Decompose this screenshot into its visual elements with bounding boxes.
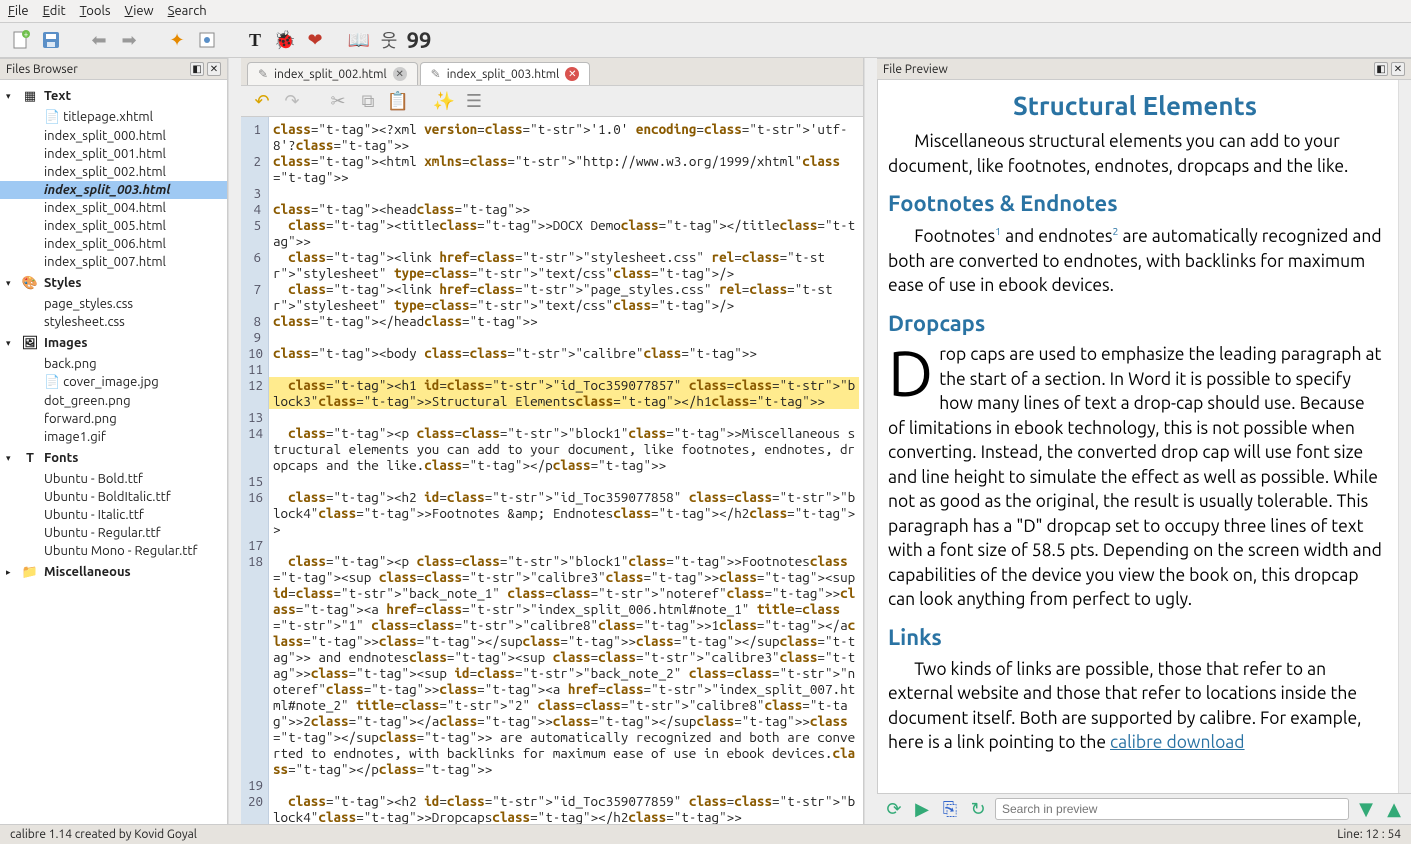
preview-p2: Footnotes1 and endnotes2 are automatical… [888, 224, 1382, 298]
preview-h2-dropcaps: Dropcaps [888, 309, 1382, 340]
category-images[interactable]: ▾🖼Images [0, 331, 227, 355]
menu-search[interactable]: Search [168, 4, 207, 18]
line-gutter: 1234567891011121314151617181920212223242… [241, 117, 269, 824]
heart-icon[interactable]: ❤ [304, 29, 326, 51]
main-toolbar: + ⬅ ➡ ✦ T 🐞 ❤ 📖 웃 99 [0, 23, 1411, 58]
preview-h2-footnotes: Footnotes & Endnotes [888, 189, 1382, 220]
preview-content[interactable]: Structural Elements Miscellaneous struct… [877, 80, 1398, 793]
search-next-icon[interactable]: ▼ [1355, 798, 1377, 820]
file-item[interactable]: index_split_002.html [0, 163, 227, 181]
file-item[interactable]: index_split_004.html [0, 199, 227, 217]
preview-p4: Two kinds of links are possible, those t… [888, 658, 1382, 756]
preview-h1: Structural Elements [888, 88, 1382, 124]
file-item[interactable]: index_split_003.html [0, 181, 227, 199]
list-icon[interactable]: ☰ [463, 90, 485, 112]
preview-close-icon[interactable]: ✕ [1391, 62, 1405, 76]
file-item[interactable]: index_split_007.html [0, 253, 227, 271]
file-item[interactable]: stylesheet.css [0, 313, 227, 331]
quote-icon[interactable]: 99 [408, 29, 430, 51]
calibre-download-link[interactable]: calibre download [1110, 733, 1245, 752]
link-icon[interactable]: ✦ [166, 29, 188, 51]
category-text[interactable]: ▾▦Text [0, 84, 227, 108]
code-area[interactable]: class="t-tag"><?xml version=class="t-str… [269, 117, 863, 824]
undo-icon[interactable]: ↶ [251, 90, 273, 112]
file-item[interactable]: image1.gif [0, 428, 227, 446]
files-browser-panel: Files Browser ◧ ✕ ▾▦Text📄 titlepage.xhtm… [0, 58, 228, 824]
status-bar: calibre 1.14 created by Kovid Goyal Line… [0, 824, 1411, 844]
copy-icon[interactable]: ⧉ [357, 90, 379, 112]
file-item[interactable]: back.png [0, 355, 227, 373]
smart-icon[interactable]: ✨ [433, 90, 455, 112]
file-item[interactable]: Ubuntu - Bold.ttf [0, 470, 227, 488]
file-item[interactable]: 📄 cover_image.jpg [0, 373, 227, 392]
preview-h2-links: Links [888, 623, 1382, 654]
editor-tabs: ✎index_split_002.html✕✎index_split_003.h… [241, 58, 863, 86]
file-item[interactable]: index_split_000.html [0, 127, 227, 145]
file-preview-panel: File Preview ◧ ✕ Structural Elements Mis… [877, 58, 1411, 824]
preview-scrollbar[interactable] [1398, 80, 1411, 793]
editor-toolbar: ↶ ↷ ✂ ⧉ 📋 ✨ ☰ [241, 86, 863, 117]
file-item[interactable]: page_styles.css [0, 295, 227, 313]
cut-icon[interactable]: ✂ [327, 90, 349, 112]
file-item[interactable]: 📄 titlepage.xhtml [0, 108, 227, 127]
redo-icon[interactable]: ↷ [281, 90, 303, 112]
format-icon[interactable] [196, 29, 218, 51]
panel-close-icon[interactable]: ✕ [207, 62, 221, 76]
code-editor[interactable]: 1234567891011121314151617181920212223242… [241, 117, 863, 824]
file-item[interactable]: Ubuntu - BoldItalic.ttf [0, 488, 227, 506]
menu-tools[interactable]: Tools [80, 4, 111, 18]
forward-icon[interactable]: ➡ [118, 29, 140, 51]
files-browser-title: Files Browser [6, 63, 78, 76]
book-icon[interactable]: 📖 [348, 29, 370, 51]
preview-p3: Drop caps are used to emphasize the lead… [888, 343, 1382, 613]
menubar: File Edit Tools View Search [0, 0, 1411, 23]
category-misc[interactable]: ▸📁Miscellaneous [0, 560, 227, 584]
file-item[interactable]: Ubuntu - Regular.ttf [0, 524, 227, 542]
editor-tab[interactable]: ✎index_split_002.html✕ [247, 62, 418, 85]
menu-view[interactable]: View [125, 4, 154, 18]
file-item[interactable]: forward.png [0, 410, 227, 428]
bug-icon[interactable]: 🐞 [274, 29, 296, 51]
file-item[interactable]: Ubuntu Mono - Regular.ttf [0, 542, 227, 560]
status-left: calibre 1.14 created by Kovid Goyal [10, 828, 197, 841]
file-item[interactable]: index_split_006.html [0, 235, 227, 253]
file-item[interactable]: dot_green.png [0, 392, 227, 410]
editor-tab[interactable]: ✎index_split_003.html✕ [420, 62, 591, 85]
editor-panel: ✎index_split_002.html✕✎index_split_003.h… [241, 58, 864, 824]
tab-close-icon[interactable]: ✕ [565, 67, 579, 81]
accessibility-icon[interactable]: 웃 [378, 29, 400, 51]
file-item[interactable]: index_split_005.html [0, 217, 227, 235]
inspect-icon[interactable]: ⎘ [939, 798, 961, 820]
menu-edit[interactable]: Edit [43, 4, 66, 18]
save-icon[interactable] [40, 29, 62, 51]
category-styles[interactable]: ▾🎨Styles [0, 271, 227, 295]
file-item[interactable]: index_split_001.html [0, 145, 227, 163]
tab-close-icon[interactable]: ✕ [393, 67, 407, 81]
files-tree[interactable]: ▾▦Text📄 titlepage.xhtmlindex_split_000.h… [0, 80, 227, 824]
svg-text:+: + [24, 30, 29, 39]
preview-toolbar: ⟳ ▶ ⎘ ↻ ▼ ▲ [877, 793, 1411, 824]
preview-undock-icon[interactable]: ◧ [1374, 62, 1388, 76]
search-prev-icon[interactable]: ▲ [1383, 798, 1405, 820]
preview-p1: Miscellaneous structural elements you ca… [888, 130, 1382, 179]
reload-icon[interactable]: ↻ [967, 798, 989, 820]
category-fonts[interactable]: ▾TFonts [0, 446, 227, 470]
text-icon[interactable]: T [244, 29, 266, 51]
status-right: Line: 12 : 54 [1337, 828, 1401, 841]
play-icon[interactable]: ▶ [911, 798, 933, 820]
file-item[interactable]: Ubuntu - Italic.ttf [0, 506, 227, 524]
panel-undock-icon[interactable]: ◧ [190, 62, 204, 76]
file-preview-title: File Preview [883, 63, 948, 76]
dropcap: D [888, 343, 939, 397]
search-input[interactable] [995, 798, 1349, 820]
menu-file[interactable]: File [8, 4, 29, 18]
editor-scrollbar[interactable] [864, 58, 877, 824]
left-scrollbar[interactable] [228, 58, 241, 824]
back-icon[interactable]: ⬅ [88, 29, 110, 51]
paste-icon[interactable]: 📋 [387, 90, 409, 112]
new-file-icon[interactable]: + [10, 29, 32, 51]
refresh-icon[interactable]: ⟳ [883, 798, 905, 820]
